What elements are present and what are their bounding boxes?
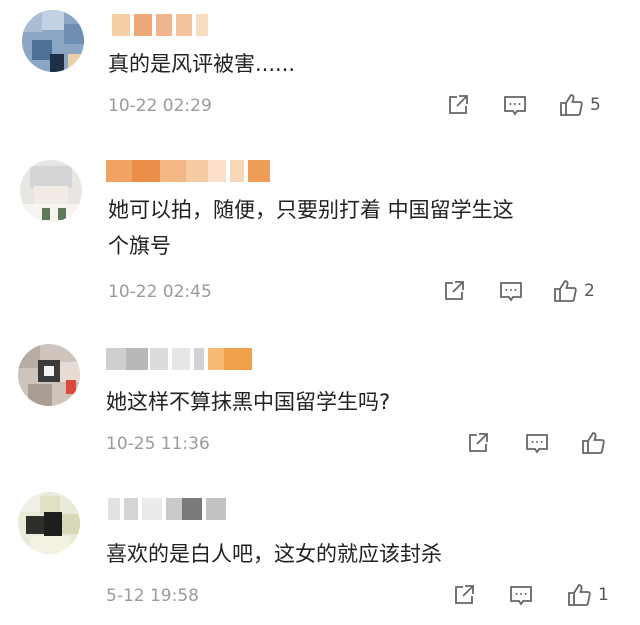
username[interactable] [106, 160, 270, 182]
comment-timestamp: 5-12 19:58 [106, 586, 199, 606]
share-icon [449, 95, 468, 114]
comment-timestamp: 10-22 02:29 [108, 96, 212, 116]
thumbs-up-icon [582, 432, 605, 454]
reply-button[interactable] [498, 278, 524, 304]
thumbs-up-icon [554, 280, 577, 302]
avatar[interactable] [18, 344, 80, 406]
comment-text: 喜欢的是白人吧，这女的就应该封杀 [106, 542, 442, 566]
username[interactable] [108, 498, 228, 520]
comment-item: 喜欢的是白人吧，这女的就应该封杀 5-12 19:58 1 [0, 480, 640, 625]
username[interactable] [106, 348, 252, 370]
like-count: 1 [598, 585, 609, 605]
reply-button[interactable] [508, 582, 534, 608]
thumbs-up-icon [568, 584, 591, 606]
share-icon [469, 433, 488, 452]
comment-text: 真的是风评被害...... [108, 52, 296, 76]
comment-timestamp: 10-25 11:36 [106, 434, 210, 454]
reply-button[interactable] [502, 92, 528, 118]
comment-icon [510, 586, 532, 606]
share-button[interactable] [446, 92, 470, 118]
avatar[interactable] [20, 160, 82, 222]
like-button[interactable]: 2 [552, 278, 595, 304]
comment-text: 她这样不算抹黑中国留学生吗? [106, 390, 391, 414]
comment-item: 她这样不算抹黑中国留学生吗? 10-25 11:36 [0, 330, 640, 480]
thumbs-up-icon [560, 94, 583, 116]
like-count: 2 [584, 281, 595, 301]
comment-timestamp: 10-22 02:45 [108, 282, 212, 302]
avatar[interactable] [22, 10, 84, 72]
avatar[interactable] [18, 492, 80, 554]
share-icon [445, 281, 464, 300]
comment-item: 真的是风评被害...... 10-22 02:29 5 [0, 0, 640, 150]
username[interactable] [112, 14, 212, 36]
share-button[interactable] [466, 430, 490, 456]
comment-icon [526, 434, 548, 454]
comment-item: 她可以拍，随便，只要别打着 中国留学生这 个旗号 10-22 02:45 2 [0, 150, 640, 330]
share-icon [455, 585, 474, 604]
share-button[interactable] [452, 582, 476, 608]
reply-button[interactable] [524, 430, 550, 456]
like-button[interactable] [580, 430, 612, 456]
like-button[interactable]: 5 [558, 92, 601, 118]
share-button[interactable] [442, 278, 466, 304]
comment-icon [500, 282, 522, 302]
comment-text: 她可以拍，随便，只要别打着 中国留学生这 个旗号 [108, 198, 514, 258]
like-button[interactable]: 1 [566, 582, 609, 608]
comment-icon [504, 96, 526, 116]
like-count: 5 [590, 95, 601, 115]
